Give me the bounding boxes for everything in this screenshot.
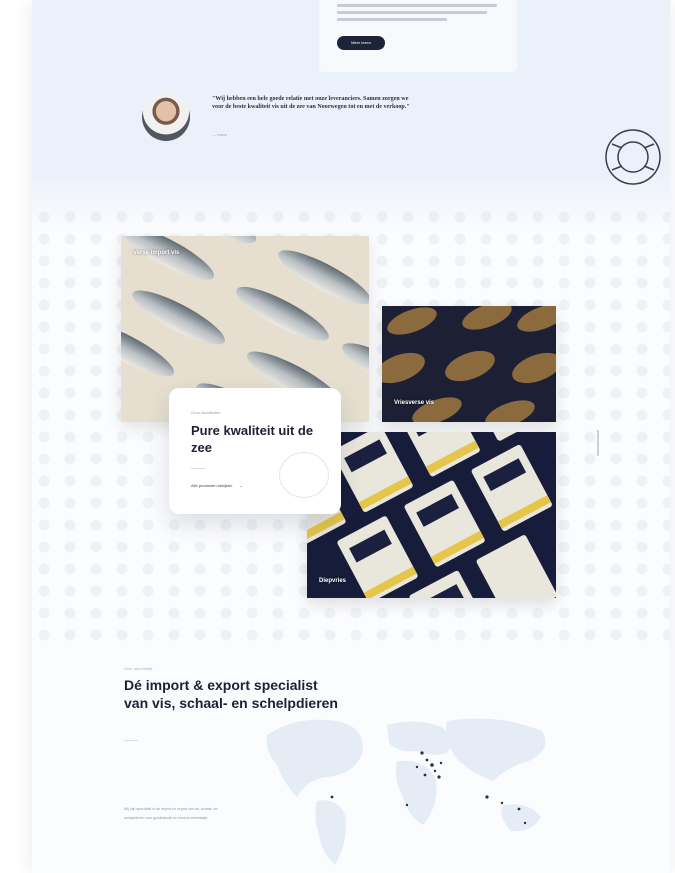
world-map-icon: [266, 718, 546, 865]
avatar: [142, 93, 190, 141]
testimonial-author: — naam: [212, 132, 228, 137]
frozen-products-label: Diepvries: [319, 578, 347, 584]
all-products-link[interactable]: Alle producten bekijken ⌄: [191, 483, 243, 488]
frozen-fish-image[interactable]: Vriesverse vis: [382, 306, 556, 422]
lifebuoy-icon: [605, 129, 661, 185]
website-mockup: Meer lezen "Wij hebben een hele goede re…: [32, 0, 670, 873]
ocean-pack-photo-icon: [307, 432, 556, 598]
read-more-button[interactable]: Meer lezen: [337, 36, 385, 50]
frozen-fish-label: Vriesverse vis: [394, 400, 435, 406]
hero-text-line: [337, 11, 487, 14]
frozen-products-image[interactable]: Diepvries: [307, 432, 556, 598]
about-body: Wij zijn specialist in de import en expo…: [124, 807, 218, 820]
divider: [191, 468, 205, 469]
chevron-down-icon: ⌄: [239, 483, 243, 488]
page: Meer lezen "Wij hebben een hele goede re…: [0, 0, 675, 873]
about-kicker: Over ons bedrijf: [124, 666, 153, 671]
crest-watermark-icon: [279, 452, 329, 498]
hero-text-line: [337, 4, 497, 7]
hero-text-line: [337, 18, 447, 21]
all-products-link-label: Alle producten bekijken: [191, 483, 233, 488]
quality-kicker: Onze kwaliteiten: [191, 410, 221, 415]
quality-title: Pure kwaliteit uit de zee: [191, 423, 314, 455]
divider: [124, 740, 138, 741]
fresh-fish-label: Verse import vis: [133, 250, 180, 256]
scroll-indicator: [597, 430, 599, 456]
testimonial-quote: "Wij hebben een hele goede relatie met o…: [212, 96, 410, 111]
